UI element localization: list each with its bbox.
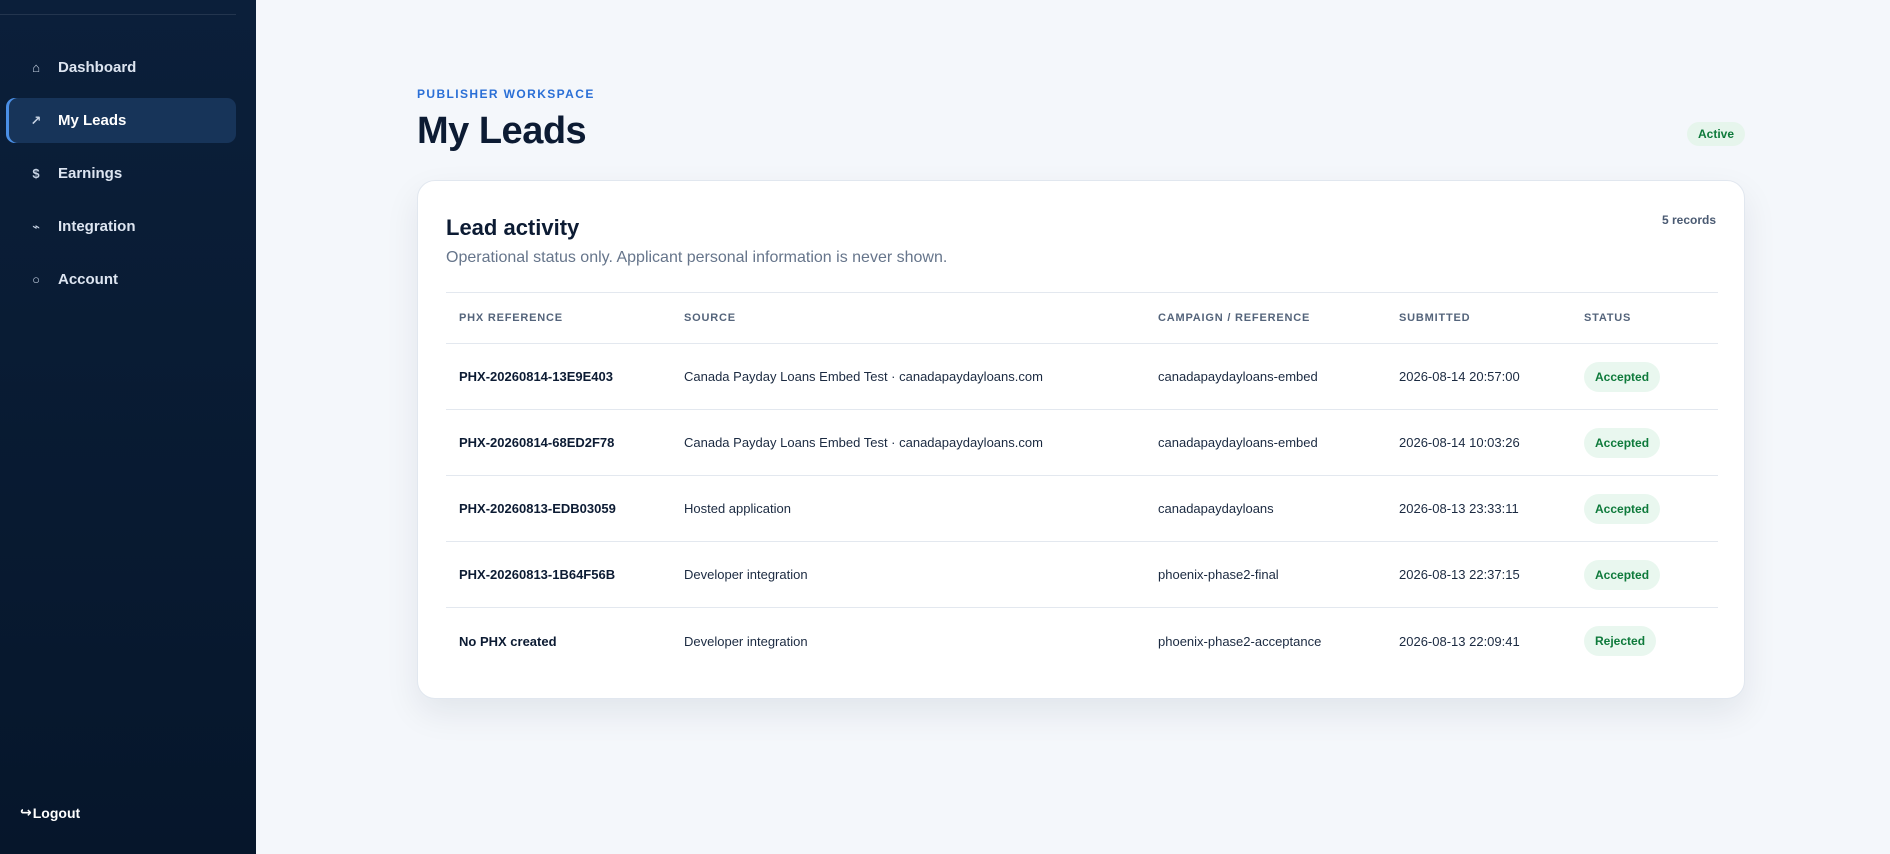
table-row[interactable]: PHX-20260814-13E9E403 Canada Payday Loan…	[446, 344, 1718, 410]
column-header-phx-reference[interactable]: PHX REFERENCE	[446, 312, 684, 324]
leads-table: PHX REFERENCE SOURCE CAMPAIGN / REFERENC…	[446, 292, 1718, 674]
table-row[interactable]: PHX-20260814-68ED2F78 Canada Payday Loan…	[446, 410, 1718, 476]
cell-source: Canada Payday Loans Embed Test · canadap…	[684, 369, 1043, 384]
column-header-status[interactable]: STATUS	[1584, 312, 1718, 324]
logout-icon: ↪	[20, 804, 32, 820]
cell-campaign: canadapaydayloans	[1158, 501, 1274, 516]
table-row[interactable]: PHX-20260813-1B64F56B Developer integrat…	[446, 542, 1718, 608]
cell-submitted: 2026-08-13 23:33:11	[1399, 501, 1519, 516]
sidebar-item-label: Dashboard	[58, 59, 137, 76]
sidebar-item-label: Account	[58, 271, 118, 288]
cell-phx-reference: PHX-20260814-68ED2F78	[459, 435, 615, 450]
sidebar-item-integration[interactable]: ⌁ Integration	[6, 204, 236, 249]
card-subtitle: Operational status only. Applicant perso…	[446, 249, 948, 266]
table-row[interactable]: PHX-20260813-EDB03059 Hosted application…	[446, 476, 1718, 542]
cell-campaign: phoenix-phase2-acceptance	[1158, 633, 1322, 649]
cell-phx-reference: PHX-20260813-1B64F56B	[459, 567, 616, 582]
cell-status: Accepted	[1584, 493, 1718, 524]
cell-source: Canada Payday Loans Embed Test · canadap…	[684, 435, 1043, 450]
dollar-icon: $	[32, 166, 40, 181]
link-icon: ⌁	[32, 218, 40, 234]
cell-status: Accepted	[1584, 427, 1718, 458]
card-title: Lead activity	[446, 215, 580, 240]
lead-activity-card: Lead activity Operational status only. A…	[417, 180, 1745, 699]
cell-submitted: 2026-08-13 22:37:15	[1399, 567, 1520, 582]
table-header: PHX REFERENCE SOURCE CAMPAIGN / REFERENC…	[446, 293, 1718, 344]
column-header-source[interactable]: SOURCE	[684, 312, 1158, 324]
cell-source: Hosted application	[684, 501, 791, 516]
cell-submitted: 2026-08-14 20:57:00	[1399, 369, 1520, 384]
main-content: PUBLISHER WORKSPACE My Leads Active Lead…	[256, 0, 1890, 854]
cell-status: Accepted	[1584, 559, 1718, 590]
status-badge: Active	[1687, 122, 1746, 146]
logout-button[interactable]: ↪ Logout	[20, 804, 80, 821]
column-header-submitted[interactable]: SUBMITTED	[1399, 312, 1584, 324]
status-pill: Accepted	[1584, 361, 1661, 392]
sidebar-nav: ⌂ Dashboard ↗ My Leads $ Earnings ⌁ Inte…	[6, 45, 236, 310]
page-title: My Leads	[417, 110, 587, 152]
trend-arrow-icon: ↗	[30, 112, 42, 128]
sidebar-item-label: My Leads	[58, 112, 127, 129]
table-row[interactable]: No PHX created Developer integration pho…	[446, 608, 1718, 674]
home-icon: ⌂	[32, 60, 40, 75]
sidebar: ⌂ Dashboard ↗ My Leads $ Earnings ⌁ Inte…	[0, 0, 256, 854]
cell-status: Accepted	[1584, 361, 1718, 392]
sidebar-divider	[0, 14, 236, 15]
status-pill: Rejected	[1584, 626, 1657, 656]
status-pill: Accepted	[1584, 559, 1661, 590]
cell-phx-reference: No PHX created	[459, 633, 557, 649]
cell-campaign: canadapaydayloans-embed	[1158, 369, 1318, 384]
cell-source: Developer integration	[684, 633, 808, 649]
sidebar-item-label: Earnings	[58, 165, 123, 182]
cell-submitted: 2026-08-13 22:09:41	[1399, 633, 1520, 649]
sidebar-item-my-leads[interactable]: ↗ My Leads	[6, 98, 236, 143]
sidebar-item-earnings[interactable]: $ Earnings	[6, 151, 236, 196]
column-header-campaign[interactable]: CAMPAIGN / REFERENCE	[1158, 312, 1399, 324]
record-count: 5 records	[1661, 213, 1716, 227]
user-circle-icon: ○	[32, 272, 40, 287]
status-pill: Accepted	[1584, 493, 1661, 524]
cell-campaign: canadapaydayloans-embed	[1158, 435, 1318, 450]
logout-label: Logout	[32, 804, 81, 821]
cell-source: Developer integration	[684, 567, 808, 582]
sidebar-item-dashboard[interactable]: ⌂ Dashboard	[6, 45, 236, 90]
sidebar-item-account[interactable]: ○ Account	[6, 257, 236, 302]
status-pill: Accepted	[1584, 427, 1661, 458]
cell-phx-reference: PHX-20260813-EDB03059	[459, 501, 616, 516]
cell-campaign: phoenix-phase2-final	[1158, 567, 1279, 582]
page-eyebrow: PUBLISHER WORKSPACE	[417, 87, 595, 101]
cell-phx-reference: PHX-20260814-13E9E403	[459, 369, 613, 384]
sidebar-item-label: Integration	[58, 218, 136, 235]
cell-submitted: 2026-08-14 10:03:26	[1399, 435, 1520, 450]
cell-status: Rejected	[1584, 626, 1718, 656]
